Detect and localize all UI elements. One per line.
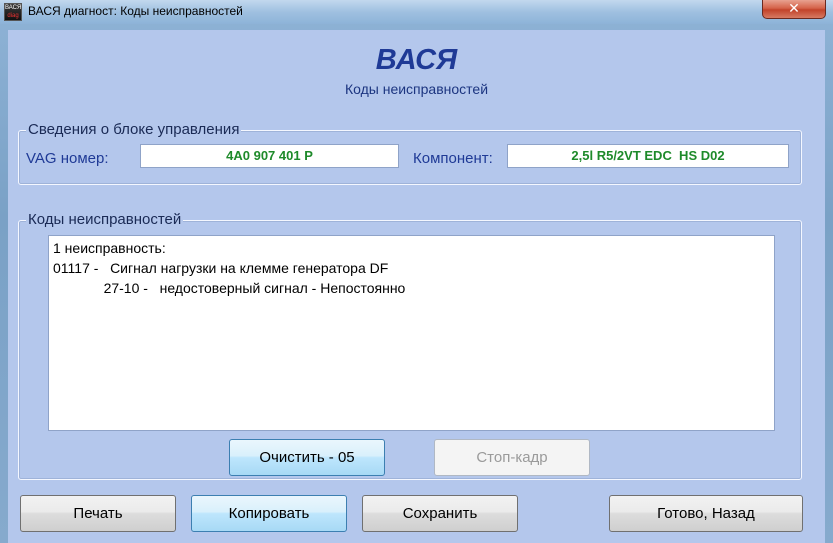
title-bar[interactable]: ВАСЯ diag ВАСЯ диагност: Коды неисправно… [0,0,833,24]
control-unit-group-label: Сведения о блоке управления [26,121,242,138]
app-icon-text: ВАСЯ [5,5,22,11]
clear-codes-button[interactable]: Очистить - 05 [229,439,385,476]
app-window: ВАСЯ diag ВАСЯ диагност: Коды неисправно… [0,0,833,543]
fault-codes-list[interactable]: 1 неисправность: 01117 - Сигнал нагрузки… [48,235,775,431]
component-field[interactable]: 2,5l R5/2VT EDC HS D02 [507,144,789,168]
app-icon[interactable]: ВАСЯ diag [4,3,22,21]
close-icon: ✕ [788,0,800,16]
freeze-frame-button[interactable]: Стоп-кадр [434,439,590,476]
done-back-button[interactable]: Готово, Назад [609,495,803,532]
fault-detail-line: 27-10 - недостоверный сигнал - Непостоян… [53,280,406,296]
page-subtitle: Коды неисправностей [344,81,489,97]
copy-button[interactable]: Копировать [191,495,347,532]
client-area: ВАСЯ Коды неисправностей Сведения о блок… [8,30,825,543]
save-button[interactable]: Сохранить [362,495,518,532]
app-icon-subtext: diag [7,13,19,19]
app-title: ВАСЯ [375,44,458,76]
window-title: ВАСЯ диагност: Коды неисправностей [28,4,243,18]
close-button[interactable]: ✕ [762,0,826,19]
fault-code-line: 01117 - Сигнал нагрузки на клемме генера… [53,260,389,276]
component-label: Компонент: [413,150,493,167]
vag-number-label: VAG номер: [26,150,109,167]
print-button[interactable]: Печать [20,495,176,532]
fault-count-line: 1 неисправность: [53,240,166,256]
vag-number-field[interactable]: 4A0 907 401 P [140,144,399,168]
fault-codes-group-label: Коды неисправностей [26,211,184,228]
